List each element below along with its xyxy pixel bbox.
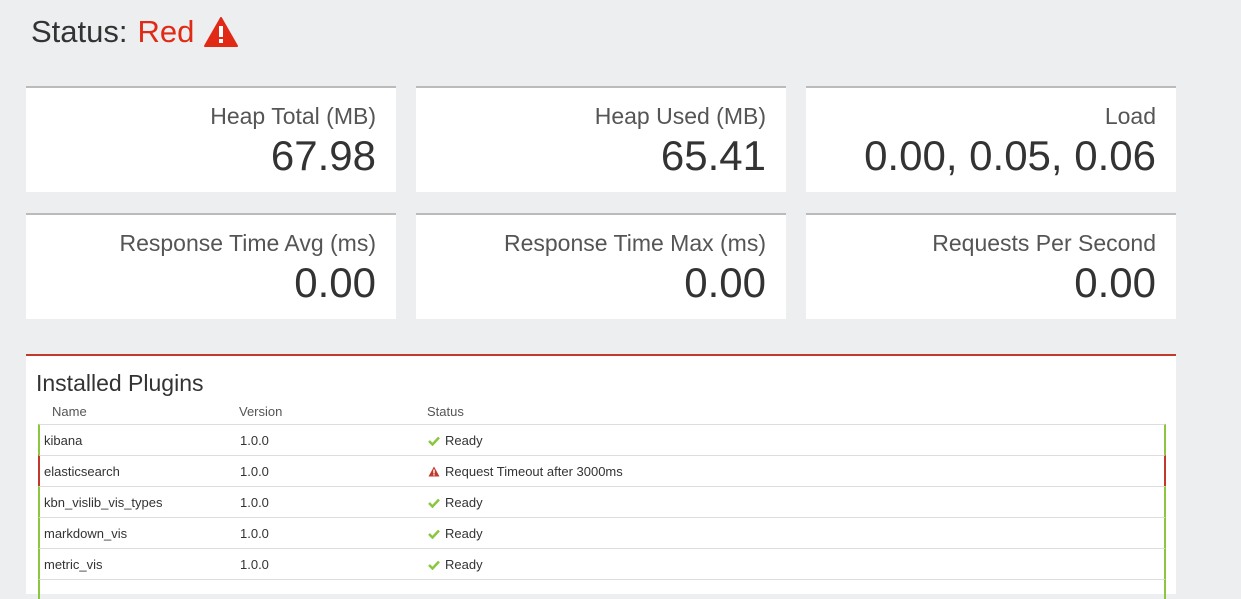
- plugin-status: Request Timeout after 3000ms: [428, 464, 623, 479]
- column-header-status: Status: [427, 404, 464, 419]
- status-value: Red: [137, 14, 195, 49]
- check-icon: [428, 529, 440, 539]
- plugins-title: Installed Plugins: [36, 370, 204, 396]
- plugin-status-text: Request Timeout after 3000ms: [445, 464, 623, 479]
- metric-title: Load: [1104, 103, 1156, 129]
- metric-load: Load 0.00, 0.05, 0.06: [806, 86, 1176, 192]
- plugin-status: Ready: [428, 495, 483, 510]
- metric-requests-per-second: Requests Per Second 0.00: [806, 213, 1176, 319]
- plugin-status: Ready: [428, 526, 483, 541]
- metric-response-avg: Response Time Avg (ms) 0.00: [26, 213, 396, 319]
- plugin-version: 1.0.0: [240, 526, 269, 541]
- metric-response-max: Response Time Max (ms) 0.00: [416, 213, 786, 319]
- installed-plugins-panel: Installed Plugins Name Version Status ki…: [26, 354, 1176, 599]
- metric-value: 0.00: [294, 259, 376, 306]
- warning-icon: [428, 466, 440, 477]
- plugin-name: kbn_vislib_vis_types: [44, 495, 163, 510]
- table-row: metric_vis 1.0.0 Ready: [38, 548, 1166, 579]
- plugin-version: 1.0.0: [240, 464, 269, 479]
- check-icon: [428, 560, 440, 570]
- metric-title: Response Time Avg (ms): [119, 230, 376, 256]
- plugin-status-text: Ready: [445, 433, 483, 448]
- metric-title: Requests Per Second: [932, 230, 1156, 256]
- table-row: [38, 579, 1166, 599]
- check-icon: [428, 498, 440, 508]
- table-row: kibana 1.0.0 Ready: [38, 424, 1166, 455]
- metric-value: 65.41: [660, 132, 766, 179]
- plugin-status-text: Ready: [445, 557, 483, 572]
- status-label: Status:: [31, 14, 128, 49]
- plugin-status-text: Ready: [445, 526, 483, 541]
- warning-icon: [204, 17, 239, 47]
- metric-value: 0.00, 0.05, 0.06: [864, 132, 1156, 179]
- plugin-name: elasticsearch: [44, 464, 120, 479]
- table-row: kbn_vislib_vis_types 1.0.0 Ready: [38, 486, 1166, 517]
- metric-title: Response Time Max (ms): [503, 230, 766, 256]
- plugin-version: 1.0.0: [240, 433, 269, 448]
- column-header-version: Version: [239, 404, 283, 419]
- metric-value: 67.98: [270, 132, 376, 179]
- plugin-name: metric_vis: [44, 557, 103, 572]
- plugin-name: markdown_vis: [44, 526, 128, 541]
- metric-heap-total: Heap Total (MB) 67.98: [26, 86, 396, 192]
- plugin-status-text: Ready: [445, 495, 483, 510]
- metric-value: 0.00: [1074, 259, 1156, 306]
- plugin-name: kibana: [44, 433, 83, 448]
- metric-title: Heap Used (MB): [594, 103, 766, 129]
- column-header-name: Name: [52, 404, 87, 419]
- plugin-version: 1.0.0: [240, 557, 269, 572]
- metric-value: 0.00: [684, 259, 766, 306]
- plugin-version: 1.0.0: [240, 495, 269, 510]
- table-row: markdown_vis 1.0.0 Ready: [38, 517, 1166, 548]
- plugin-status: Ready: [428, 433, 483, 448]
- metric-heap-used: Heap Used (MB) 65.41: [416, 86, 786, 192]
- table-row: elasticsearch 1.0.0 Request Timeout afte…: [38, 455, 1166, 486]
- metric-title: Heap Total (MB): [210, 103, 376, 129]
- plugin-status: Ready: [428, 557, 483, 572]
- check-icon: [428, 436, 440, 446]
- status-header: Status: Red: [31, 12, 239, 52]
